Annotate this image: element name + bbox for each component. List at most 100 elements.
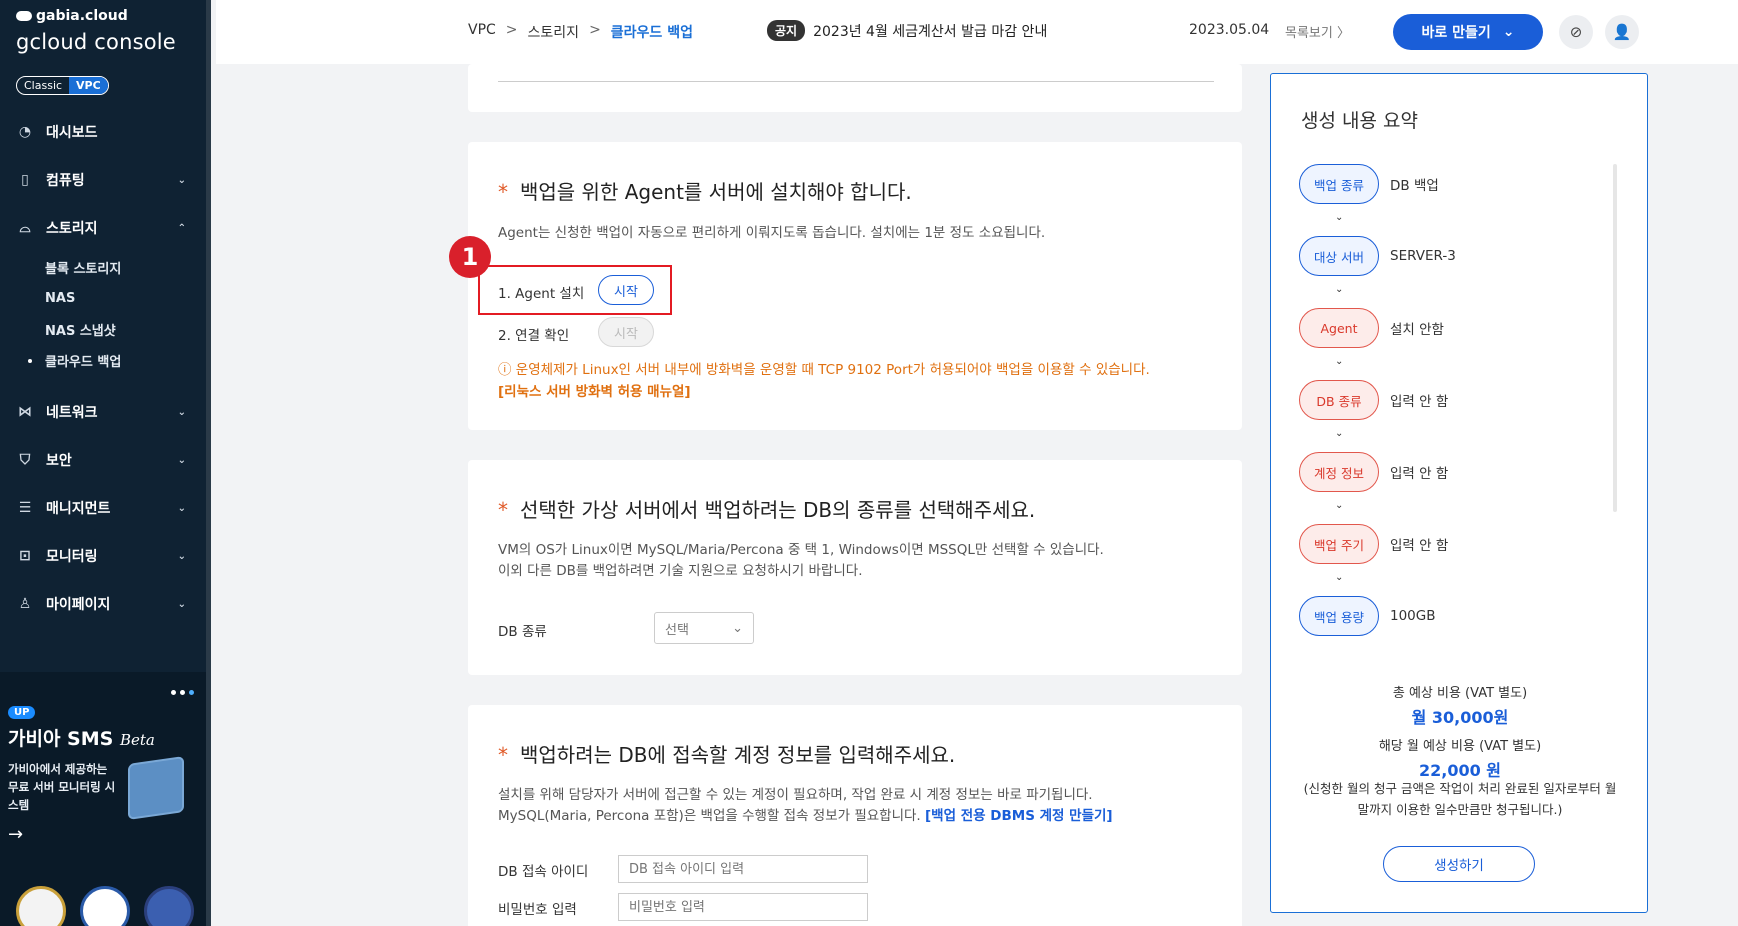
account-desc: 설치를 위해 담당자가 서버에 접근할 수 있는 계정이 필요하며, 작업 완료… [498, 787, 1113, 824]
summary-row-backup-type: 백업 종류 DB 백업 [1299, 164, 1439, 204]
up-badge: UP [8, 706, 36, 719]
sidebar-item-monitoring[interactable]: ⊡ 모니터링 ⌄ [0, 532, 206, 580]
summary-row-db-type: DB 종류 입력 안 함 [1299, 380, 1448, 420]
storage-icon: ⌓ [19, 220, 31, 236]
db-id-label: DB 접속 아이디 [498, 864, 589, 880]
cloud-service-seal-icon [80, 886, 130, 926]
promo-desc: 가비아에서 제공하는 무료 서버 모니터링 시스템 [8, 762, 116, 812]
storage-submenu: 블록 스토리지 NAS NAS 스냅샷 클라우드 백업 [0, 252, 206, 376]
monitoring-icon: ⊡ [19, 548, 31, 564]
chevron-down-icon: ⌄ [1335, 500, 1344, 511]
total-cost: 총 예상 비용 (VAT 별도) 월 30,000원 [1271, 682, 1649, 728]
summary-row-backup-capacity: 백업 용량 100GB [1299, 596, 1436, 636]
summary-value: DB 백업 [1390, 178, 1439, 194]
console-title[interactable]: gcloud console [16, 30, 176, 54]
summary-row-account: 계정 정보 입력 안 함 [1299, 452, 1448, 492]
month-cost-label: 해당 월 예상 비용 (VAT 별도) [1378, 739, 1542, 754]
chevron-down-icon: ⌄ [177, 502, 186, 514]
summary-key: 대상 서버 [1299, 236, 1379, 276]
sidebar-item-dashboard[interactable]: ◔ 대시보드 [0, 108, 206, 156]
notice-tag: 공지 [767, 20, 806, 41]
total-cost-label: 총 예상 비용 (VAT 별도) [1392, 686, 1528, 701]
certification-seal-icon [16, 886, 66, 926]
db-id-input[interactable] [618, 855, 868, 883]
chevron-down-icon: ⌄ [732, 620, 743, 636]
summary-title: 생성 내용 요약 [1301, 110, 1418, 132]
dashboard-icon: ◔ [18, 124, 32, 140]
db-type-section-title: * 선택한 가상 서버에서 백업하려는 DB의 종류를 선택해주세요. [498, 498, 1036, 522]
user-icon[interactable]: 👤 [1605, 15, 1639, 49]
sms-promo-banner[interactable]: UP 가비아 SMS Beta 가비아에서 제공하는 무료 서버 모니터링 시스… [0, 672, 206, 926]
notice-text[interactable]: 2023년 4월 세금계산서 발급 마감 안내 [813, 21, 1047, 41]
sidebar-item-network[interactable]: ⋈ 네트워크 ⌄ [0, 388, 206, 436]
sidebar-item-mypage[interactable]: ♙ 마이페이지 ⌄ [0, 580, 206, 628]
sidebar-subitem-block-storage[interactable]: 블록 스토리지 [45, 252, 206, 283]
quick-create-button[interactable]: 바로 만들기 ⌄ [1393, 14, 1543, 50]
monitoring-cube-icon [128, 756, 184, 820]
db-type-section-card: * 선택한 가상 서버에서 백업하려는 DB의 종류를 선택해주세요. VM의 O… [468, 460, 1242, 675]
breadcrumb-storage[interactable]: 스토리지 [528, 22, 580, 42]
carousel-dots[interactable] [171, 690, 194, 695]
sidebar-item-storage[interactable]: ⌓ 스토리지 ⌃ [0, 204, 206, 252]
previous-section-card [468, 64, 1242, 112]
certification-seals [16, 886, 194, 926]
chevron-down-icon: ⌄ [1335, 284, 1344, 295]
management-icon: ☰ [18, 500, 32, 516]
sidebar-subitem-nas-snapshot[interactable]: NAS 스냅샷 [45, 314, 206, 345]
mode-classic[interactable]: Classic [17, 77, 69, 94]
promo-title: 가비아 SMS Beta [8, 728, 155, 750]
summary-value: 설치 안함 [1390, 322, 1444, 338]
account-section-title: * 백업하려는 DB에 접속할 계정 정보를 입력해주세요. [498, 743, 956, 767]
connection-check-start-button[interactable]: 시작 [598, 317, 654, 347]
sidebar-nav: ◔ 대시보드 ▯ 컴퓨팅 ⌄ ⌓ 스토리지 ⌃ 블록 스토리지 NAS NAS … [0, 108, 206, 628]
summary-key: Agent [1299, 308, 1379, 348]
chevron-down-icon: ⌄ [1502, 24, 1515, 40]
chevron-down-icon: ⌄ [1335, 572, 1344, 583]
summary-key: DB 종류 [1299, 380, 1379, 420]
summary-key: 계정 정보 [1299, 452, 1379, 492]
db-type-desc: VM의 OS가 Linux이면 MySQL/Maria/Percona 중 택 … [498, 542, 1104, 579]
account-section-card: * 백업하려는 DB에 접속할 계정 정보를 입력해주세요. 설치를 위해 담당자… [468, 705, 1242, 926]
notice-date: 2023.05.04 [1189, 22, 1270, 38]
sidebar-item-management[interactable]: ☰ 매니지먼트 ⌄ [0, 484, 206, 532]
arrow-right-icon[interactable]: → [8, 824, 23, 845]
brand-logo[interactable]: gabia.cloud [16, 8, 128, 24]
summary-scrollbar[interactable] [1613, 164, 1617, 512]
create-button[interactable]: 생성하기 [1383, 846, 1535, 882]
step-marker: 1 [449, 236, 491, 278]
user-icon: ♙ [18, 596, 32, 612]
notice-list-link[interactable]: 목록보기 〉 [1285, 22, 1350, 41]
chevron-down-icon: ⌄ [177, 406, 186, 418]
sidebar-subitem-cloud-backup[interactable]: 클라우드 백업 [45, 345, 206, 376]
connection-check-label: 2. 연결 확인 [498, 328, 570, 344]
agent-section-desc: Agent는 신청한 백업이 자동으로 편리하게 이뤄지도록 돕습니다. 설치에… [498, 225, 1046, 241]
summary-value: 100GB [1390, 608, 1436, 624]
summary-value: 입력 안 함 [1390, 538, 1449, 554]
summary-row-target-server: 대상 서버 SERVER-3 [1299, 236, 1456, 276]
sidebar-subitem-nas[interactable]: NAS [45, 283, 206, 314]
agent-section-title: * 백업을 위한 Agent를 서버에 설치해야 합니다. [498, 180, 912, 204]
summary-panel: 생성 내용 요약 백업 종류 DB 백업 ⌄ 대상 서버 SERVER-3 ⌄ … [1270, 73, 1648, 913]
sidebar-item-security[interactable]: ⛉ 보안 ⌄ [0, 436, 206, 484]
summary-value: SERVER-3 [1390, 248, 1456, 264]
mode-toggle[interactable]: Classic VPC [16, 76, 109, 95]
db-type-label: DB 종류 [498, 624, 547, 640]
chevron-down-icon: ⌄ [177, 174, 186, 186]
divider [498, 81, 1214, 82]
sidebar-item-computing[interactable]: ▯ 컴퓨팅 ⌄ [0, 156, 206, 204]
firewall-manual-link[interactable]: [리눅스 서버 방화벽 허용 매뉴얼] [498, 380, 691, 400]
summary-key: 백업 종류 [1299, 164, 1379, 204]
sidebar: gabia.cloud gcloud console Classic VPC ◔… [0, 0, 211, 926]
db-password-label: 비밀번호 입력 [498, 902, 577, 918]
db-type-select[interactable]: 선택 ⌄ [654, 612, 754, 644]
network-icon: ⋈ [18, 404, 32, 420]
chevron-up-icon: ⌃ [177, 222, 186, 234]
mode-vpc[interactable]: VPC [69, 77, 108, 94]
dbms-account-guide-link[interactable]: [백업 전용 DBMS 계정 만들기] [925, 808, 1113, 824]
chat-icon[interactable]: ⊘ [1559, 15, 1593, 49]
chip-icon: ▯ [21, 172, 29, 188]
notice-banner[interactable]: 공지 2023년 4월 세금계산서 발급 마감 안내 [767, 20, 1047, 41]
breadcrumb-vpc[interactable]: VPC [468, 22, 496, 42]
sidebar-scrollbar[interactable] [206, 0, 211, 926]
db-password-input[interactable] [618, 893, 868, 921]
